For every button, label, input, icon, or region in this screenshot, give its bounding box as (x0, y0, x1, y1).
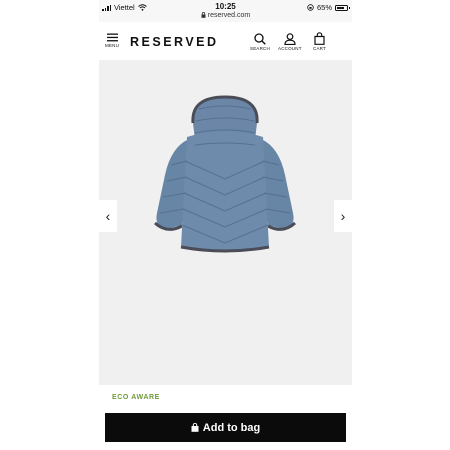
url-bar[interactable]: reserved.com (99, 12, 352, 19)
site-header: MENU RESERVED SEARCH ACCOUNT CART (99, 22, 352, 61)
search-label: SEARCH (250, 46, 270, 51)
battery-icon (335, 4, 350, 11)
status-right: 65% (307, 3, 350, 12)
account-label: ACCOUNT (278, 46, 302, 51)
product-image (153, 95, 297, 253)
url-text: reserved.com (207, 12, 251, 19)
status-bar: Viettel 10:25 reserved.com 65% (99, 0, 352, 22)
lock-icon (201, 12, 206, 18)
brand-logo[interactable]: RESERVED (130, 35, 219, 49)
cart-label: CART (313, 46, 326, 51)
cart-button[interactable]: CART (313, 32, 326, 51)
chevron-right-icon: › (340, 208, 346, 224)
rotation-lock-icon (307, 4, 314, 11)
product-gallery[interactable]: ‹ › (99, 60, 352, 385)
next-image-button[interactable]: › (334, 200, 352, 232)
hamburger-icon (106, 33, 118, 42)
search-button[interactable]: SEARCH (250, 33, 270, 51)
previous-image-button[interactable]: ‹ (99, 200, 117, 232)
bag-icon (314, 32, 325, 45)
phone-screen: Viettel 10:25 reserved.com 65% MENU RESE… (99, 0, 352, 450)
user-icon (284, 33, 296, 45)
chevron-left-icon: ‹ (105, 208, 111, 224)
add-to-bag-button[interactable]: Add to bag (105, 413, 346, 442)
eco-aware-badge: ECO AWARE (112, 394, 160, 401)
search-icon (254, 33, 266, 45)
menu-button[interactable]: MENU (105, 33, 119, 48)
account-button[interactable]: ACCOUNT (278, 33, 302, 51)
add-to-bag-label: Add to bag (202, 421, 261, 434)
battery-percent: 65% (316, 3, 332, 12)
menu-label: MENU (105, 43, 120, 48)
bag-icon (191, 423, 199, 432)
